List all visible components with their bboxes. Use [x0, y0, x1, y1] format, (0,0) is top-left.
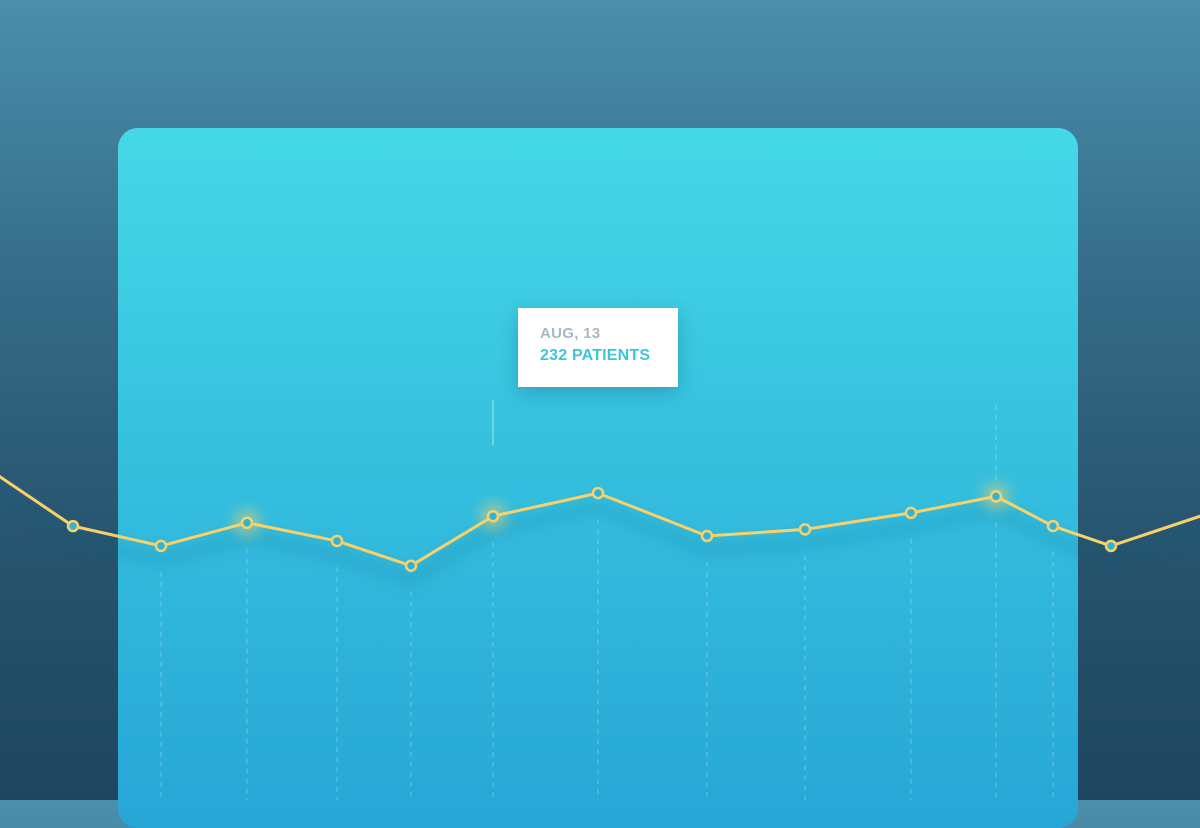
data-point — [330, 534, 344, 548]
series-line — [0, 474, 1200, 568]
data-point — [798, 523, 812, 536]
tooltip-value: 232 PATIENTS — [540, 347, 651, 364]
data-point — [154, 539, 168, 553]
data-point — [1104, 539, 1118, 553]
data-point — [700, 529, 714, 543]
tooltip: AUG, 13 232 PATIENTS — [518, 308, 678, 387]
line-chart — [0, 400, 1200, 800]
data-point — [486, 509, 500, 523]
data-point — [989, 490, 1003, 503]
data-point — [1046, 519, 1060, 533]
tooltip-date: AUG, 13 — [540, 325, 601, 342]
data-point — [404, 559, 418, 572]
data-point — [66, 519, 80, 533]
data-point — [904, 506, 918, 520]
data-point — [591, 486, 605, 500]
data-point — [240, 516, 254, 530]
